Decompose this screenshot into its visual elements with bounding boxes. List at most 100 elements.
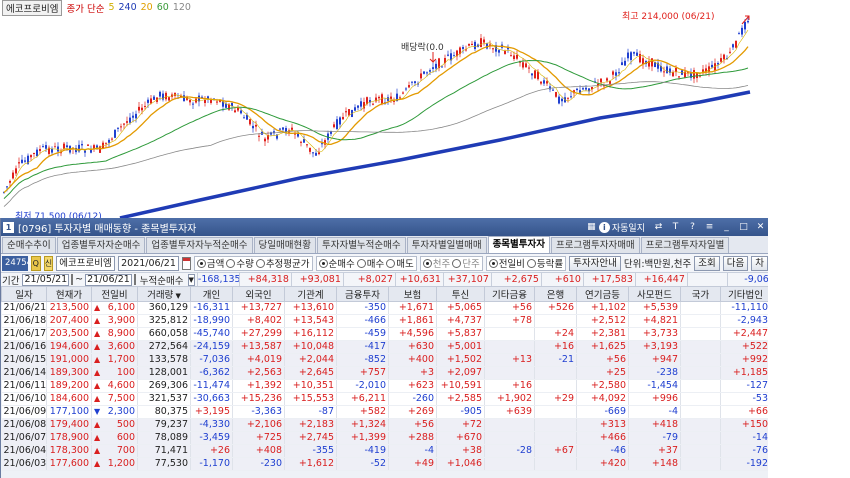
radio-prev-diff[interactable]: 전일비: [488, 256, 525, 270]
chart-stock-name[interactable]: 에코프로비엠: [2, 0, 63, 16]
column-header[interactable]: 기타금융: [484, 286, 535, 302]
column-header[interactable]: 기타법인: [720, 286, 768, 302]
help-button[interactable]: ?: [685, 221, 700, 234]
radio-amount[interactable]: 금액: [196, 256, 224, 270]
investor-value-cell: +3,195: [190, 405, 233, 419]
radio-buy[interactable]: 매수: [356, 256, 384, 270]
tab-item[interactable]: 투자자별일별매매: [406, 237, 487, 253]
tab-item[interactable]: 프로그램투자자매매: [551, 237, 640, 253]
minimize-button[interactable]: _: [719, 221, 734, 234]
text-size-button[interactable]: T: [668, 221, 683, 234]
radio-qty[interactable]: 수량: [226, 256, 254, 270]
column-header[interactable]: 금융투자: [336, 286, 389, 302]
tab-item[interactable]: 투자자별누적순매수: [316, 237, 406, 253]
column-header[interactable]: 보험: [388, 286, 437, 302]
chart-indicator-label: 종가 단순: [66, 3, 105, 15]
price-cell: 178,300: [46, 444, 92, 458]
table-row[interactable]: 21/06/17 203,500 ▲ 8,900 660,058 -45,740 +27,2…: [1, 327, 768, 341]
tab-item[interactable]: 순매수추이: [2, 237, 56, 253]
table-row[interactable]: 21/06/14 189,300 ▲ 100 128,001 -6,362 +2,563 +2…: [1, 366, 768, 380]
stock-name-field[interactable]: 에코프로비엠: [56, 255, 116, 271]
grid-icon[interactable]: ▦: [584, 221, 599, 234]
column-header[interactable]: 개인: [190, 286, 233, 302]
ma240-line: [119, 90, 751, 218]
investor-value-cell: +947: [628, 353, 681, 367]
change-cell: ▲ 4,600: [91, 379, 138, 393]
column-header[interactable]: 사모펀드: [628, 286, 681, 302]
credit-icon[interactable]: 신: [43, 255, 54, 271]
table-row[interactable]: 21/06/09 177,100 ▼ 2,300 80,375 +3,195 -3,363-…: [1, 405, 768, 419]
radio-avg-price[interactable]: 추정평균가: [255, 256, 310, 270]
radio-change-rate[interactable]: 등락률: [526, 256, 563, 270]
investor-value-cell: +13,727: [232, 301, 285, 315]
column-header[interactable]: 외국인: [232, 286, 285, 302]
calendar-icon[interactable]: [133, 274, 136, 285]
column-header[interactable]: 일자: [1, 286, 47, 302]
column-header[interactable]: 은행: [534, 286, 577, 302]
column-header[interactable]: 연기금등: [576, 286, 629, 302]
table-row[interactable]: 21/06/15 191,000 ▲ 1,700 133,578 -7,036 +4,019…: [1, 353, 768, 367]
column-header[interactable]: 기관계: [284, 286, 337, 302]
calendar-icon[interactable]: [71, 274, 74, 285]
tab-item[interactable]: 프로그램투자자일별: [640, 237, 730, 253]
sort-down-icon[interactable]: ▼: [173, 292, 181, 300]
search-button[interactable]: 조회: [694, 255, 720, 271]
menu-button[interactable]: ≡: [702, 221, 717, 234]
radio-thousand-shares[interactable]: 천주: [422, 256, 450, 270]
cumulative-value: +610: [540, 273, 583, 286]
column-header[interactable]: 국가: [680, 286, 721, 302]
period-to-field[interactable]: 21/06/21: [85, 273, 132, 286]
radio-sell[interactable]: 매도: [386, 256, 414, 270]
table-row[interactable]: 21/06/18 207,400 ▲ 3,900 325,812 -18,990 +8,40…: [1, 314, 768, 328]
candle-body: [168, 97, 170, 101]
candle-body: [627, 52, 629, 59]
tab-item[interactable]: 업종별투자자누적순매수: [146, 237, 253, 253]
chevron-down-icon[interactable]: ▼: [187, 273, 195, 286]
tab-item[interactable]: 업종별투자자순매수: [56, 237, 146, 253]
investor-value-cell: [680, 418, 721, 432]
investor-value-cell: +522: [720, 340, 768, 354]
next-button[interactable]: 다음: [722, 255, 749, 271]
radio-single-shares[interactable]: 단주: [452, 256, 480, 270]
price-chart[interactable]: 최고 214,000 (06/21) 배당락(0.0 최저 71,500 (06/1…: [0, 0, 768, 218]
period-from-field[interactable]: 21/05/21: [22, 273, 70, 286]
window-titlebar[interactable]: 1 [0796] 투자자별 매매동향 - 종목별투자자 ▦ i 자동일지 ⇄ T…: [1, 218, 768, 236]
calendar-icon[interactable]: [181, 256, 191, 270]
table-row[interactable]: 21/06/10 184,600 ▲ 7,500 321,537 -30,663 +15,2…: [1, 392, 768, 406]
stock-code-field[interactable]: 247540: [2, 255, 37, 271]
radio-prev-label: 전일비: [498, 259, 525, 270]
investor-value-cell: +6,211: [336, 392, 389, 406]
auto-log-button[interactable]: i 자동일지: [598, 221, 645, 234]
tab-item[interactable]: 종목별투자자: [487, 236, 551, 253]
table-row[interactable]: 21/06/16 194,600 ▲ 3,600 272,564 -24,159 +13,5…: [1, 340, 768, 354]
column-header[interactable]: 전일비: [91, 286, 138, 302]
restore-button[interactable]: □: [736, 221, 751, 234]
radio-net-buy[interactable]: 순매수: [318, 256, 355, 270]
tab-bar: 순매수추이 업종별투자자순매수 업종별투자자누적순매수 당일매매현황 투자자별누적순매수…: [1, 236, 768, 254]
investor-value-cell: [680, 444, 721, 458]
date-field[interactable]: 2021/06/21: [118, 255, 179, 271]
triangle-up-icon: ▲: [94, 329, 101, 338]
column-header[interactable]: 거래량 ▼: [137, 286, 191, 302]
candle-body: [360, 101, 362, 107]
pin-icon[interactable]: ⇄: [651, 221, 666, 234]
candle-body: [510, 55, 512, 57]
table-row[interactable]: 21/06/07 178,900 ▲ 600 78,089 -3,459 +725 +2,74…: [1, 431, 768, 445]
tab-item[interactable]: 당일매매현황: [253, 237, 316, 253]
table-row[interactable]: 21/06/03 177,600 ▲ 1,200 77,530 -1,170 -230 +1,…: [1, 457, 768, 471]
chart-button[interactable]: 차: [751, 255, 768, 271]
period-tilde: ~: [75, 274, 84, 285]
candle-body: [570, 96, 572, 98]
table-row[interactable]: 21/06/21 213,500 ▲ 6,100 360,129 -16,311 +13,7…: [1, 301, 768, 315]
close-button[interactable]: ✕: [753, 221, 768, 234]
column-header-label: 금융투자: [345, 290, 380, 301]
investor-guide-button[interactable]: 투자자안내: [569, 255, 621, 271]
candle-body: [531, 73, 533, 76]
table-row[interactable]: 21/06/11 189,200 ▲ 4,600 269,306 -11,474 +1,39…: [1, 379, 768, 393]
table-row[interactable]: 21/06/04 178,300 ▲ 700 71,471 +26 +408 -355 -419…: [1, 444, 768, 458]
column-header[interactable]: 현재가: [46, 286, 92, 302]
candle-body: [105, 142, 107, 144]
table-row[interactable]: 21/06/08 179,400 ▲ 500 79,237 -4,330 +2,106 +2,…: [1, 418, 768, 432]
column-header[interactable]: 투신: [436, 286, 485, 302]
search-icon[interactable]: Q: [31, 255, 41, 271]
